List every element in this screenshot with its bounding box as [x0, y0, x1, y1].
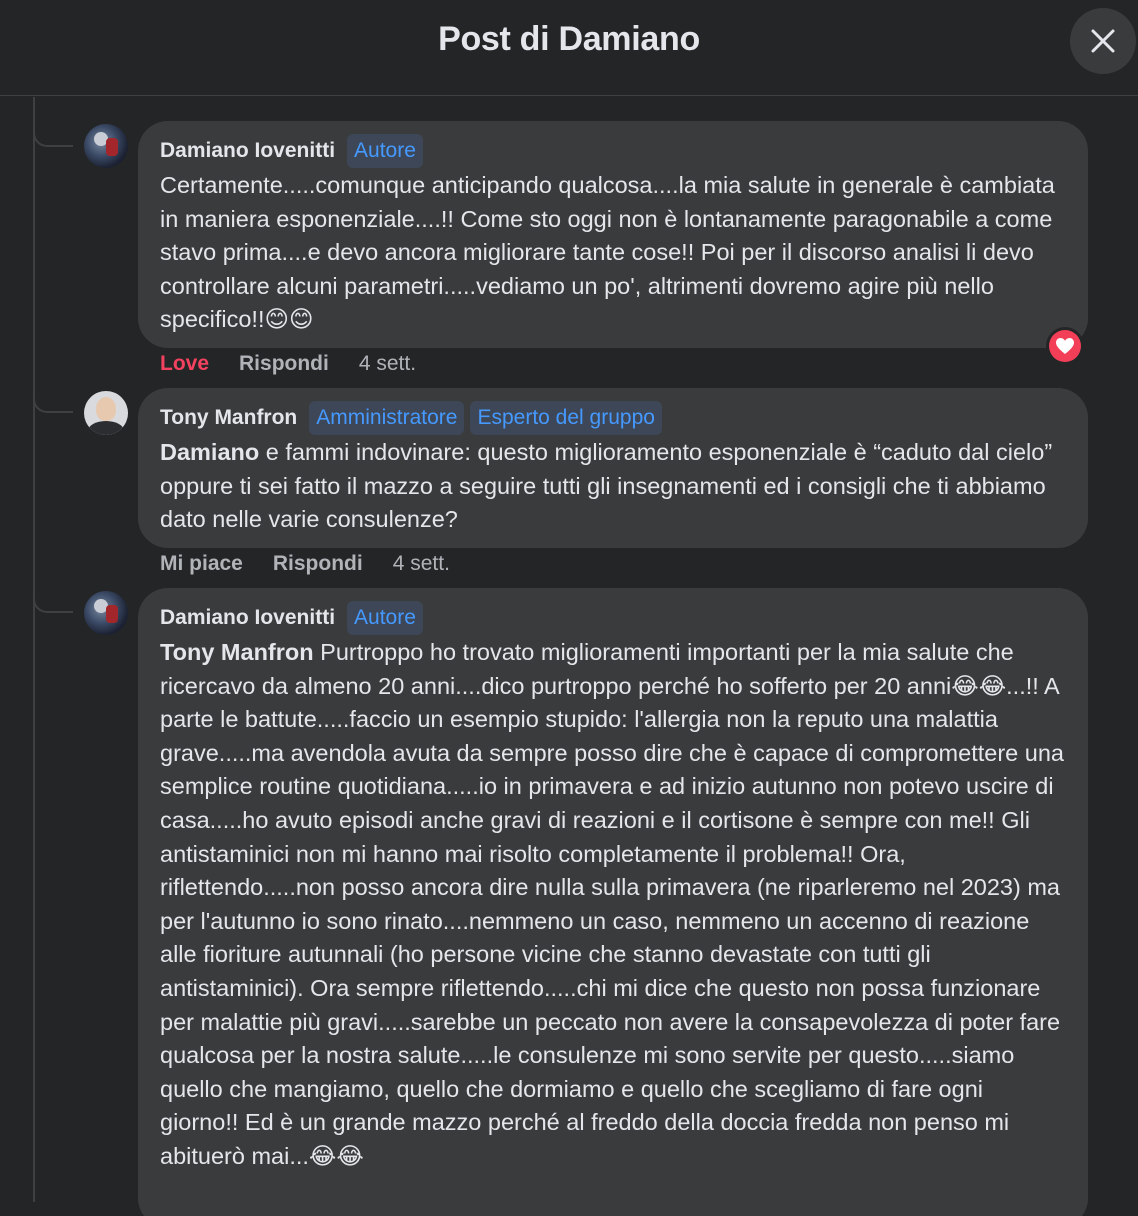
comment-actions: Mi piace Rispondi 4 sett. [160, 552, 450, 576]
comment-author[interactable]: Damiano Iovenitti [160, 139, 335, 163]
dialog-header: Post di Damiano [0, 0, 1138, 96]
comment-text: Certamente.....comunque anticipando qual… [160, 172, 1055, 333]
reaction-badge[interactable] [1046, 327, 1084, 365]
close-button[interactable] [1070, 8, 1136, 74]
comment-author[interactable]: Tony Manfron [160, 406, 297, 430]
comment-bubble: Damiano Iovenitti Autore Certamente.....… [138, 121, 1088, 348]
avatar[interactable] [84, 391, 128, 435]
thread-connector [33, 389, 73, 413]
comment-text: Tony Manfron Purtroppo ho trovato miglio… [160, 636, 1066, 1174]
close-icon [1091, 29, 1115, 53]
reply-button[interactable]: Rispondi [239, 352, 329, 376]
thread-connector [33, 589, 73, 613]
author-badge[interactable]: Autore [347, 134, 423, 168]
thread-line [33, 97, 35, 1202]
like-button[interactable]: Mi piace [160, 552, 243, 576]
comment-time[interactable]: 4 sett. [359, 352, 416, 376]
avatar[interactable] [84, 591, 128, 635]
expert-badge[interactable]: Esperto del gruppo [470, 401, 662, 435]
comment-body: e fammi indovinare: questo miglioramento… [160, 439, 1053, 533]
comment-body: Purtroppo ho trovato miglioramenti impor… [160, 639, 1064, 1169]
heart-icon [1056, 338, 1074, 354]
comment-bubble: Damiano Iovenitti Autore Tony Manfron Pu… [138, 588, 1088, 1216]
dialog-title: Post di Damiano [438, 20, 700, 58]
admin-badge[interactable]: Amministratore [309, 401, 465, 435]
avatar[interactable] [84, 124, 128, 168]
author-badge[interactable]: Autore [347, 601, 423, 635]
comment-text: Damiano e fammi indovinare: questo migli… [160, 436, 1066, 537]
thread-connector [33, 123, 73, 147]
mention-link[interactable]: Tony Manfron [160, 639, 314, 665]
comment-bubble: Tony Manfron Amministratore Esperto del … [138, 388, 1088, 548]
love-button[interactable]: Love [160, 352, 209, 376]
comment-actions: Love Rispondi 4 sett. [160, 352, 416, 376]
comment-author[interactable]: Damiano Iovenitti [160, 606, 335, 630]
comment-time[interactable]: 4 sett. [393, 552, 450, 576]
mention-link[interactable]: Damiano [160, 439, 259, 465]
comments-area[interactable]: Damiano Iovenitti Autore Certamente.....… [0, 97, 1138, 1216]
reply-button[interactable]: Rispondi [273, 552, 363, 576]
